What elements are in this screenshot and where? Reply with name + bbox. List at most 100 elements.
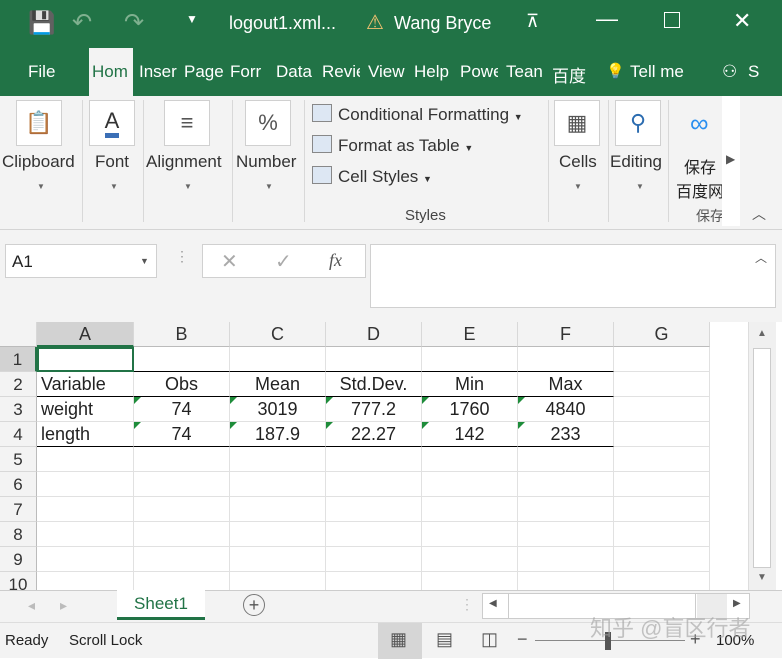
name-box[interactable]: A1 ▼: [5, 244, 157, 278]
cell-E4[interactable]: 142: [422, 422, 518, 447]
cell-G3[interactable]: [614, 397, 710, 422]
cell-E9[interactable]: [422, 547, 518, 572]
tab-4[interactable]: Forr: [230, 62, 268, 82]
drag-handle-icon[interactable]: ⋮: [175, 248, 189, 265]
zoom-out-icon[interactable]: −: [517, 629, 528, 650]
tab-9[interactable]: Powe: [460, 62, 498, 82]
normal-view-icon[interactable]: ▦: [390, 629, 407, 650]
cell-F9[interactable]: [518, 547, 614, 572]
splitter-icon[interactable]: ⋮: [460, 596, 474, 613]
save-icon[interactable]: 💾: [28, 10, 55, 36]
undo-icon[interactable]: ↶: [72, 8, 92, 37]
cell-F8[interactable]: [518, 522, 614, 547]
row-header-6[interactable]: 6: [0, 472, 37, 497]
row-header-3[interactable]: 3: [0, 397, 37, 422]
cell-B4[interactable]: 74: [134, 422, 230, 447]
collapse-ribbon-icon[interactable]: ︿: [752, 204, 766, 224]
format-as-table-button[interactable]: Format as Table ▼: [312, 135, 473, 156]
row-header-2[interactable]: 2: [0, 372, 37, 397]
add-sheet-icon[interactable]: +: [243, 594, 265, 616]
scroll-down-icon[interactable]: ▼: [757, 572, 767, 583]
cell-E1[interactable]: [422, 347, 518, 372]
cell-D7[interactable]: [326, 497, 422, 522]
column-header-D[interactable]: D: [326, 322, 422, 347]
column-header-C[interactable]: C: [230, 322, 326, 347]
scroll-left-icon[interactable]: ◀: [489, 598, 497, 609]
sheet-tab-sheet1[interactable]: Sheet1: [117, 590, 205, 620]
cell-F7[interactable]: [518, 497, 614, 522]
cell-C1[interactable]: [230, 347, 326, 372]
column-header-G[interactable]: G: [614, 322, 710, 347]
row-header-5[interactable]: 5: [0, 447, 37, 472]
cell-B10[interactable]: [134, 572, 230, 590]
cell-D10[interactable]: [326, 572, 422, 590]
cell-A7[interactable]: [37, 497, 134, 522]
page-break-icon[interactable]: ◫: [481, 629, 498, 650]
cell-F5[interactable]: [518, 447, 614, 472]
cell-A8[interactable]: [37, 522, 134, 547]
cell-G7[interactable]: [614, 497, 710, 522]
worksheet-grid[interactable]: A B C D E F G 1 2 Variable Obs Mean Std.Dev. Min Max 3 w…: [0, 322, 748, 590]
cell-G5[interactable]: [614, 447, 710, 472]
cancel-icon[interactable]: ✕: [221, 249, 238, 274]
cell-D6[interactable]: [326, 472, 422, 497]
clipboard-group[interactable]: Clipboard: [2, 152, 75, 172]
minimize-icon[interactable]: —: [596, 6, 618, 32]
vertical-scrollbar[interactable]: ▲ ▼: [748, 322, 776, 590]
cell-G2[interactable]: [614, 372, 710, 397]
baidu-save-label[interactable]: 保存: [684, 154, 722, 178]
tab-13[interactable]: S: [748, 62, 768, 82]
ribbon-scroll-right[interactable]: ▶: [722, 96, 740, 226]
cell-E8[interactable]: [422, 522, 518, 547]
column-header-B[interactable]: B: [134, 322, 230, 347]
row-header-7[interactable]: 7: [0, 497, 37, 522]
row-header-1[interactable]: 1: [0, 347, 37, 372]
cell-D3[interactable]: 777.2: [326, 397, 422, 422]
select-all-corner[interactable]: [0, 322, 37, 347]
close-icon[interactable]: ✕: [733, 8, 751, 34]
insert-function-icon[interactable]: fx: [329, 250, 342, 271]
cell-B3[interactable]: 74: [134, 397, 230, 422]
cell-B1[interactable]: [134, 347, 230, 372]
page-layout-icon[interactable]: ▤: [436, 629, 453, 650]
cell-B5[interactable]: [134, 447, 230, 472]
baidu-cloud-icon[interactable]: ∞: [690, 108, 709, 139]
font-icon[interactable]: A: [89, 100, 135, 146]
cell-C9[interactable]: [230, 547, 326, 572]
tab-1[interactable]: Hom: [89, 48, 133, 96]
column-header-A[interactable]: A: [37, 322, 134, 347]
enter-icon[interactable]: ✓: [275, 249, 292, 274]
cell-A10[interactable]: [37, 572, 134, 590]
cell-D4[interactable]: 22.27: [326, 422, 422, 447]
cell-F4[interactable]: 233: [518, 422, 614, 447]
cell-G10[interactable]: [614, 572, 710, 590]
search-icon[interactable]: ⚲: [615, 100, 661, 146]
cell-A5[interactable]: [37, 447, 134, 472]
column-header-E[interactable]: E: [422, 322, 518, 347]
cell-F6[interactable]: [518, 472, 614, 497]
font-group[interactable]: Font: [95, 152, 129, 172]
cell-B7[interactable]: [134, 497, 230, 522]
cell-C7[interactable]: [230, 497, 326, 522]
row-header-10[interactable]: 10: [0, 572, 37, 590]
tab-2[interactable]: Inser: [139, 62, 177, 82]
cell-F10[interactable]: [518, 572, 614, 590]
cell-C6[interactable]: [230, 472, 326, 497]
cell-A6[interactable]: [37, 472, 134, 497]
cell-G8[interactable]: [614, 522, 710, 547]
share-icon[interactable]: ⚇: [722, 62, 737, 82]
tab-0[interactable]: File: [28, 62, 68, 82]
editing-group[interactable]: Editing: [610, 152, 662, 172]
column-header-F[interactable]: F: [518, 322, 614, 347]
tab-7[interactable]: View: [368, 62, 406, 82]
cell-C5[interactable]: [230, 447, 326, 472]
cell-F2[interactable]: Max: [518, 372, 614, 397]
number-group[interactable]: Number: [236, 152, 296, 172]
cell-B9[interactable]: [134, 547, 230, 572]
conditional-formatting-button[interactable]: Conditional Formatting ▼: [312, 104, 523, 125]
cell-C2[interactable]: Mean: [230, 372, 326, 397]
cells-group[interactable]: Cells: [559, 152, 597, 172]
cell-B6[interactable]: [134, 472, 230, 497]
lightbulb-icon[interactable]: 💡: [606, 62, 625, 80]
cell-D5[interactable]: [326, 447, 422, 472]
